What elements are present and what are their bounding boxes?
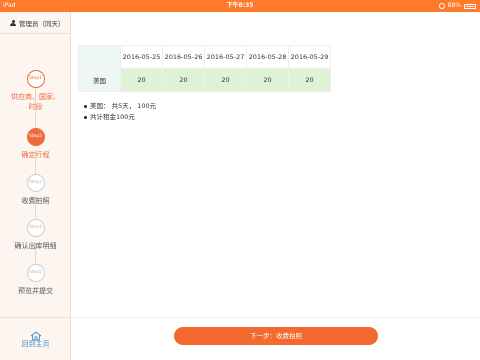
sidebar: 管理员（同天） Step1 供应商、国家、 时段 Step2 确定行程 Step…	[0, 12, 71, 360]
step-badge: Step1	[26, 70, 45, 88]
date-header: 2016-05-25	[120, 45, 163, 69]
price-cell[interactable]: 20	[120, 68, 163, 92]
battery-percent: 88%	[447, 2, 461, 9]
step-label-line: 时段	[28, 103, 43, 111]
step-badge: Step2	[26, 128, 45, 146]
table-row: 美国 20 20 20 20 20	[78, 68, 331, 92]
sidebar-step-1[interactable]: Step1 供应商、国家、 时段	[0, 70, 71, 112]
country-cell: 美国	[78, 68, 121, 92]
price-cell[interactable]: 20	[246, 68, 289, 92]
footer-divider	[72, 317, 480, 318]
sidebar-step-5[interactable]: Step5 预览并提交	[0, 264, 71, 296]
date-header: 2016-05-28	[246, 45, 289, 69]
summary-item: 共计租金100元	[84, 112, 156, 123]
location-icon	[438, 3, 445, 9]
next-step-button[interactable]: 下一步：收费拍照	[174, 327, 378, 345]
status-right: 88%	[438, 0, 476, 12]
summary-item: 美国： 共5天， 100元	[84, 101, 156, 112]
home-link[interactable]: 回到主页	[0, 317, 71, 349]
table-header-row: 2016-05-25 2016-05-26 2016-05-27 2016-05…	[78, 45, 331, 69]
table-corner	[78, 45, 121, 69]
step-label: 预览并提交	[18, 287, 53, 295]
date-header: 2016-05-29	[288, 45, 331, 69]
main-content: 2016-05-25 2016-05-26 2016-05-27 2016-05…	[72, 12, 480, 360]
step-label: 确定行程	[21, 151, 50, 159]
user-icon	[10, 19, 16, 26]
status-bar: iPad 下午8:35 88%	[0, 0, 480, 12]
home-icon-svg	[30, 331, 41, 341]
sidebar-step-2[interactable]: Step2 确定行程	[0, 128, 71, 160]
step-label: 确认出库明细	[14, 242, 57, 250]
user-info: 管理员（同天）	[0, 12, 70, 34]
step-badge: Step4	[26, 219, 45, 237]
rental-table: 2016-05-25 2016-05-26 2016-05-27 2016-05…	[78, 45, 331, 92]
step-label: 收费拍照	[21, 197, 50, 205]
date-header: 2016-05-27	[204, 45, 247, 69]
step-badge: Step3	[26, 174, 45, 192]
home-icon	[30, 326, 42, 341]
step-badge: Step5	[26, 264, 45, 282]
price-cell[interactable]: 20	[162, 68, 205, 92]
battery-icon	[464, 3, 476, 9]
price-cell[interactable]: 20	[204, 68, 247, 92]
status-time: 下午8:35	[226, 2, 254, 9]
sidebar-step-4[interactable]: Step4 确认出库明细	[0, 219, 71, 251]
date-header: 2016-05-26	[162, 45, 205, 69]
summary-list: 美国： 共5天， 100元 共计租金100元	[84, 101, 156, 123]
user-name: 管理员（同天）	[19, 19, 65, 28]
sidebar-step-3[interactable]: Step3 收费拍照	[0, 174, 71, 206]
step-label: 供应商、国家、 时段	[0, 92, 71, 112]
step-label-line: 供应商、国家、	[11, 93, 60, 101]
price-cell[interactable]: 20	[288, 68, 331, 92]
